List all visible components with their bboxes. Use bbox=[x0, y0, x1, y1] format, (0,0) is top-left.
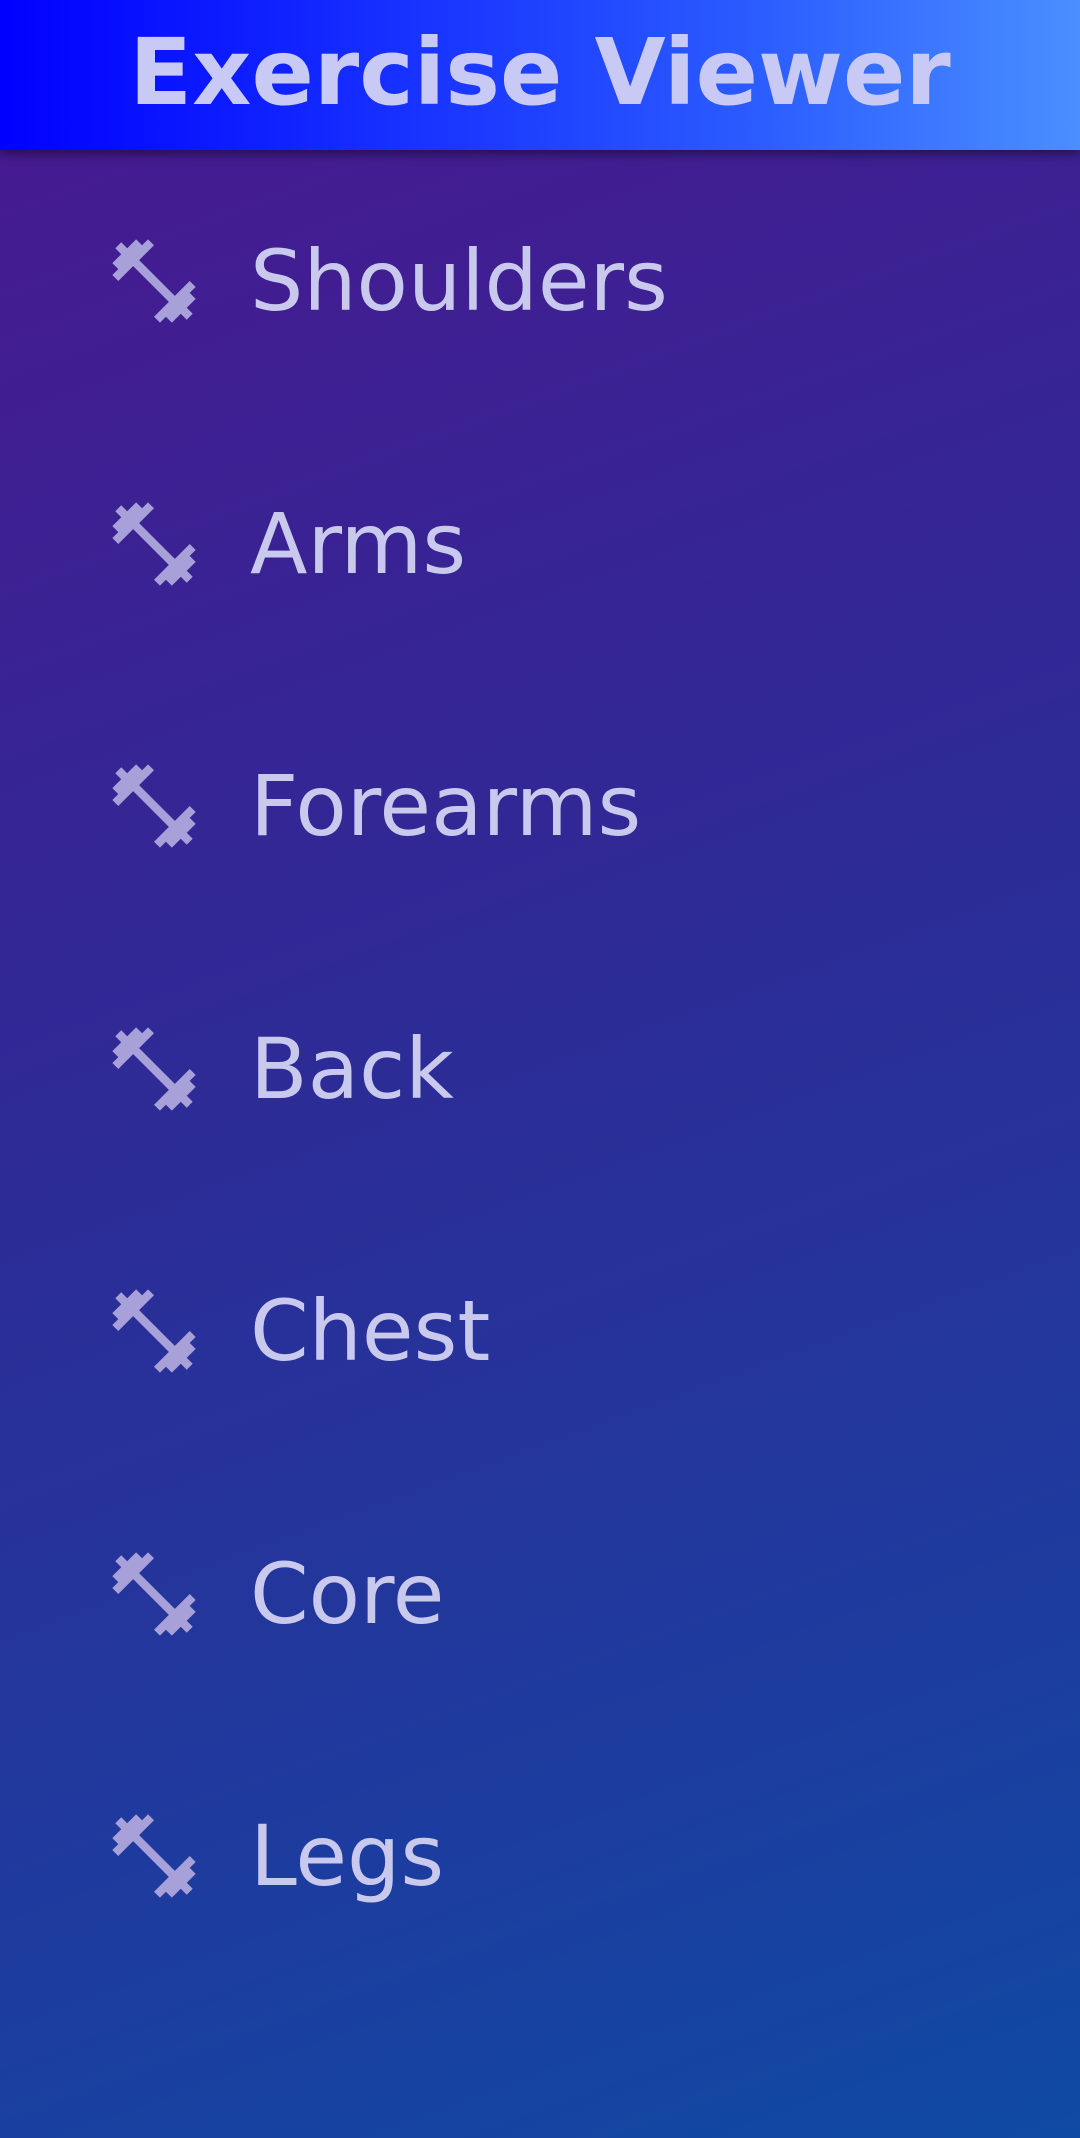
list-item-label: Arms bbox=[250, 494, 467, 593]
list-item-label: Legs bbox=[250, 1807, 445, 1906]
dumbbell-icon bbox=[104, 756, 204, 856]
dumbbell-icon bbox=[104, 231, 204, 331]
list-item-label: Back bbox=[250, 1019, 454, 1118]
dumbbell-icon bbox=[104, 1806, 204, 1906]
app-title: Exercise Viewer bbox=[129, 18, 951, 126]
list-item-label: Shoulders bbox=[250, 232, 668, 331]
dumbbell-icon bbox=[104, 1544, 204, 1644]
muscle-group-list: Shoulders Arms Forearms Back Chest Core … bbox=[0, 150, 1080, 1988]
list-item-label: Core bbox=[250, 1544, 445, 1643]
list-item-legs[interactable]: Legs bbox=[0, 1725, 1080, 1988]
list-item-chest[interactable]: Chest bbox=[0, 1200, 1080, 1463]
dumbbell-icon bbox=[104, 1019, 204, 1119]
app-bar: Exercise Viewer bbox=[0, 0, 1080, 150]
list-item-arms[interactable]: Arms bbox=[0, 413, 1080, 676]
dumbbell-icon bbox=[104, 494, 204, 594]
list-item-shoulders[interactable]: Shoulders bbox=[0, 150, 1080, 413]
list-item-label: Forearms bbox=[250, 757, 642, 856]
list-item-label: Chest bbox=[250, 1282, 491, 1381]
list-item-back[interactable]: Back bbox=[0, 938, 1080, 1201]
dumbbell-icon bbox=[104, 1281, 204, 1381]
list-item-forearms[interactable]: Forearms bbox=[0, 675, 1080, 938]
list-item-core[interactable]: Core bbox=[0, 1463, 1080, 1726]
